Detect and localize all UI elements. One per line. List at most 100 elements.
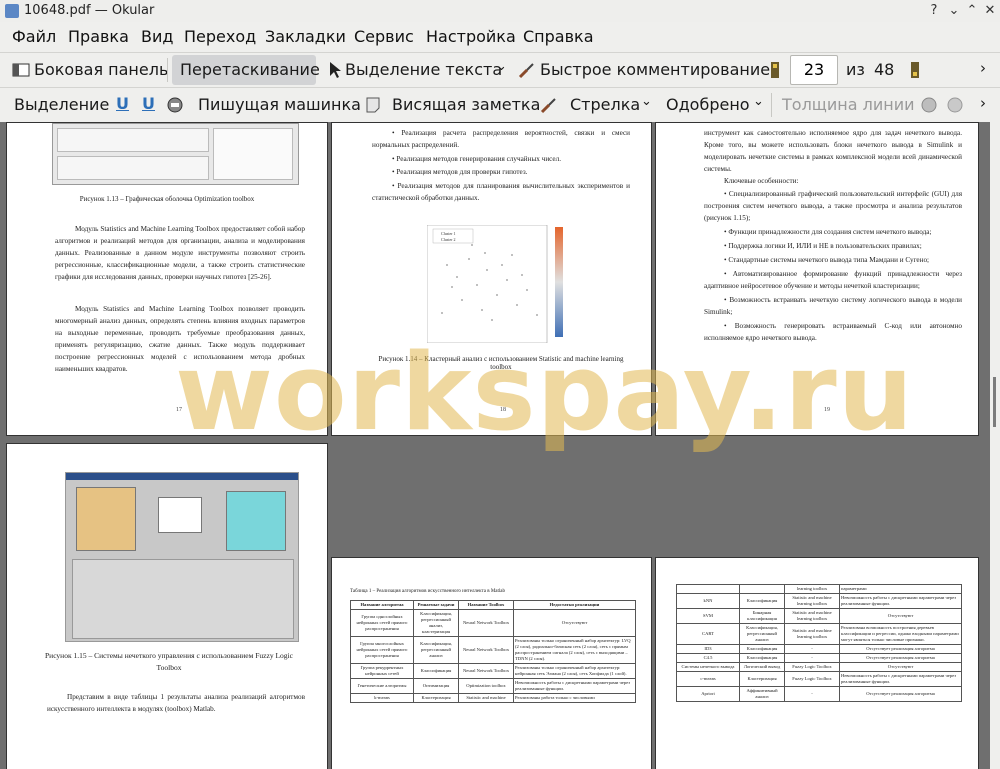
table-row: Системы нечеткого вывода Логический вывод… [676,662,962,672]
next-page-icon[interactable] [906,61,924,79]
table-cell: Группа однослойных нейронных сетей прямо… [350,609,414,637]
menu-go[interactable]: Переход [184,27,256,46]
table-cell [739,584,785,594]
paragraph: Представим в виде таблицы 1 результаты а… [47,693,305,713]
bullet-item: • Стандартные системы нечеткого вывода т… [724,256,930,264]
table-row: c-means Кластеризация Fuzzy Logic Toolbox Н… [676,671,962,687]
paragraph: инструмент как самостоятельно исполняемо… [704,129,962,173]
toolbar-overflow-icon[interactable]: › [980,94,986,112]
table-cell: k-means [350,693,414,703]
chevron-down-icon[interactable]: ⌄ [496,59,507,74]
bullet-item: • Реализация методов для планирования вы… [372,182,630,202]
table-row: Группа многослойных нейронных сетей прям… [350,636,636,664]
drag-mode-button[interactable]: Перетаскивание [180,60,320,79]
typewriter-button[interactable]: Пишущая машинка [198,95,361,114]
table-row: Группа рекуррентных нейронных сетей Класс… [350,663,636,679]
sidebar-button[interactable]: Боковая панель [34,60,168,79]
squiggle-icon[interactable]: U [142,94,155,113]
main-toolbar: Боковая панель Перетаскивание Выделение … [0,52,1000,87]
table-row: ID3 Классификация - Отсутствует реализация … [676,644,962,654]
title-bar: 10648.pdf — Okular ? ⌄ ⌃ ✕ [0,0,1000,23]
table-cell: Генетические алгоритмы [350,678,414,694]
menu-view[interactable]: Вид [141,27,173,46]
help-icon[interactable]: ? [926,3,942,19]
table-cell: Neural Network Toolbox [458,609,514,637]
toolbar-separator [167,58,168,82]
table-cell: ID3 [676,644,740,654]
table-cell: Классификация, регрессионный анализ [413,636,459,664]
annotation-toolbar: Выделение U U Пишущая машинка Висящая за… [0,87,1000,123]
table-row: Группа однослойных нейронных сетей прямо… [350,609,636,637]
legend-entry: Cluster 1 [441,231,456,236]
legend-entry: Cluster 2 [441,237,456,242]
note-icon [366,97,380,113]
menu-edit[interactable]: Правка [68,27,129,46]
paragraph: Ключевые особенности: [724,177,799,185]
table-row: CART Классификация, регрессионный анализ S… [676,623,962,645]
scrollbar-thumb[interactable] [993,377,996,427]
underline-icon[interactable]: U [116,94,129,113]
table-cell: Кластеризация [413,693,459,703]
table-cell: Statistic and machine [458,693,514,703]
okular-app-icon [5,4,19,18]
table-cell [676,584,740,594]
page-20: Рисунок 1.15 – Системы нечеткого управле… [6,443,328,769]
bullet-item: • Реализация расчета распределения вероя… [372,129,630,149]
select-annotation-button[interactable]: Выделение [14,95,109,114]
bullet-item: • Реализация методов для проверки гипоте… [392,168,528,176]
menu-bookmarks[interactable]: Закладки [265,27,346,46]
menu-tools[interactable]: Сервис [354,27,414,46]
table-cell: Логический вывод [739,662,785,672]
menu-bar: Файл Правка Вид Переход Закладки Сервис … [0,22,1000,52]
toolbar-overflow-icon[interactable]: › [980,59,986,77]
table-header: Решаемые задачи [413,600,459,610]
table-cell: Невозможность работы с дискретными парам… [513,678,636,694]
typewriter-icon[interactable] [166,96,184,114]
maximize-icon[interactable]: ⌃ [964,3,980,19]
menu-help[interactable]: Справка [523,27,594,46]
annotation-brush-icon [518,63,534,79]
color-palette-icon [921,97,937,113]
sidebar-icon [12,63,30,77]
menu-file[interactable]: Файл [12,27,56,46]
table-cell: Statistic and machine learning toolbox [784,623,840,645]
stamp-button[interactable]: Одобрено [666,95,750,114]
page-of-label: из [846,60,865,79]
chevron-down-icon[interactable]: ⌄ [753,94,764,109]
minimize-icon[interactable]: ⌄ [946,3,962,19]
table-cell: Реализованы только ограниченный набор ар… [513,663,636,679]
bullet-item: • Специализированный графический пользов… [704,190,962,222]
cursor-icon [330,62,341,78]
paragraph: Модуль Statistics and Machine Learning T… [55,225,305,281]
table-cell: Отсутствует реализация алгоритма [839,644,962,654]
bullet-item: • Функции принадлежности для создания си… [724,228,932,236]
table-cell: kNN [676,593,740,609]
menu-settings[interactable]: Настройка [426,27,516,46]
close-icon[interactable]: ✕ [982,3,998,19]
quick-annotation-button[interactable]: Быстрое комментирование [540,60,770,79]
table-header: Недостатки реализации [513,600,636,610]
optimization-toolbox-screenshot [52,123,299,185]
document-view[interactable]: Рисунок 1.13 – Графическая оболочка Opti… [0,122,990,769]
table-row: k-means Кластеризация Statistic and machin… [350,693,636,703]
page-number-input[interactable]: 23 [790,55,838,85]
arrow-brush-icon [540,98,556,114]
table-cell: Statistic and machine learning toolbox [784,593,840,609]
text-select-button[interactable]: Выделение текста [345,60,502,79]
table-cell: Реализована возможность построения дерев… [839,623,962,645]
table-cell: Отсутствуют [839,608,962,624]
table-cell: - [784,653,840,663]
arrow-button[interactable]: Стрелка [570,95,640,114]
table-cell: - [784,686,840,702]
watermark-text: workspay.ru [175,331,915,454]
chevron-down-icon[interactable]: ⌄ [641,94,652,109]
table-row: Apriori Аффинитивный анализ - Отсутствует р… [676,686,962,702]
table-header: Название алгоритма [350,600,414,610]
cluster-scatter: Cluster 1 Cluster 2 [426,224,563,344]
table-cell: Классификация [739,644,785,654]
page-21: Таблица 1 – Реализация алгоритмов искусс… [331,557,652,769]
previous-page-icon[interactable] [766,61,784,79]
pop-up-note-button[interactable]: Висящая заметка [392,95,540,114]
table-cell: SVM [676,608,740,624]
vertical-scrollbar[interactable] [990,122,1000,769]
